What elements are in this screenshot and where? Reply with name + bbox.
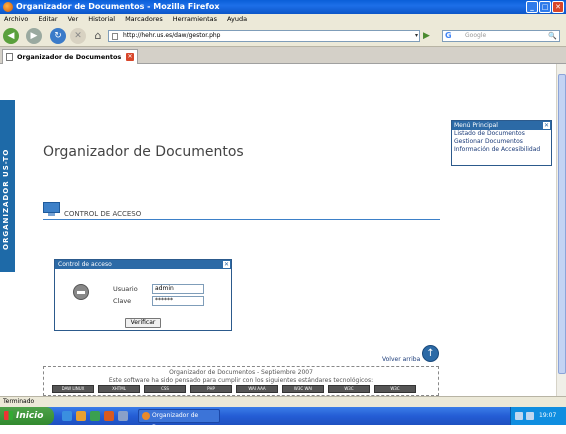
firefox-quicklaunch-icon[interactable] — [104, 411, 114, 421]
firefox-icon — [3, 2, 13, 12]
folder-icon[interactable] — [76, 411, 86, 421]
menu-principal-header: Menú Principal ✕ — [452, 121, 551, 130]
window-titlebar: Organizador de Documentos - Mozilla Fire… — [0, 0, 566, 14]
footer-credits: Organizador de Documentos - Septiembre 2… — [169, 369, 313, 376]
monitor-icon — [43, 202, 60, 216]
tab-label: Organizador de Documentos — [17, 53, 122, 61]
reload-icon[interactable]: ↻ — [50, 28, 66, 44]
section-divider — [43, 219, 440, 220]
url-dropdown-icon[interactable]: ▾ — [415, 31, 418, 41]
verify-button[interactable]: Verificar — [125, 318, 161, 328]
forward-icon[interactable]: ▶ — [26, 28, 42, 44]
status-bar: Terminado — [0, 396, 566, 407]
arrow-up-icon[interactable]: ↑ — [422, 345, 439, 362]
menu-bar: Archivo Editar Ver Historial Marcadores … — [0, 14, 566, 25]
scrollbar-thumb[interactable] — [558, 74, 566, 374]
user-label: Usuario — [113, 285, 138, 293]
no-entry-icon — [73, 284, 89, 300]
menu-historial[interactable]: Historial — [88, 14, 115, 25]
page-content: ORGANIZADOR US-TO Organizador de Documen… — [0, 64, 566, 396]
login-title: Control de acceso — [58, 261, 112, 268]
ie-icon[interactable] — [62, 411, 72, 421]
badge-php[interactable]: PHP — [190, 385, 232, 393]
section-title: CONTROL DE ACCESO — [64, 210, 142, 218]
password-label: Clave — [113, 297, 132, 305]
menu-ayuda[interactable]: Ayuda — [227, 14, 247, 25]
login-header: Control de acceso ✕ — [55, 260, 231, 269]
page-title: Organizador de Documentos — [43, 144, 244, 160]
url-input[interactable]: http://hehr.us.es/daw/gestor.php ▾ — [108, 30, 420, 42]
user-field[interactable]: admin — [152, 284, 204, 294]
maximize-button[interactable]: □ — [539, 1, 551, 13]
menu-archivo[interactable]: Archivo — [4, 14, 28, 25]
standards-badges: DAW LINUX XHTML CSS PHP WAI AAA W3C WAI … — [52, 385, 416, 393]
menu-principal-close-icon[interactable]: ✕ — [543, 122, 550, 129]
close-button[interactable]: ✕ — [552, 1, 564, 13]
windows-logo-icon — [4, 411, 13, 420]
volume-icon[interactable] — [526, 412, 534, 420]
badge-daw-linux[interactable]: DAW LINUX — [52, 385, 94, 393]
windows-taskbar: Inicio Organizador de Docu... 19:07 — [0, 407, 566, 431]
badge-wai-aaa[interactable]: WAI AAA — [236, 385, 278, 393]
page-icon — [112, 33, 118, 40]
badge-w3c-2[interactable]: W3C — [374, 385, 416, 393]
taskbar-item-label: Organizador de Docu... — [152, 412, 199, 431]
menu-editar[interactable]: Editar — [38, 14, 57, 25]
search-placeholder: Google — [465, 32, 487, 39]
badge-w3c-wai[interactable]: W3C WAI — [282, 385, 324, 393]
tab-page-icon — [6, 53, 13, 61]
desktop-icon[interactable] — [118, 411, 128, 421]
menu-principal-panel: Menú Principal ✕ Listado de Documentos G… — [451, 120, 552, 166]
navigation-toolbar: ◀ ▶ ↻ ✕ ⌂ http://hehr.us.es/daw/gestor.p… — [0, 25, 566, 47]
go-icon[interactable]: ▶ — [423, 30, 434, 42]
system-tray: 19:07 — [510, 407, 566, 425]
back-icon[interactable]: ◀ — [3, 28, 19, 44]
home-icon[interactable]: ⌂ — [90, 28, 106, 44]
stop-icon[interactable]: ✕ — [70, 28, 86, 44]
start-button[interactable]: Inicio — [0, 407, 54, 425]
badge-xhtml[interactable]: XHTML — [98, 385, 140, 393]
login-close-icon[interactable]: ✕ — [223, 261, 230, 268]
tab-strip: Organizador de Documentos ✕ — [0, 47, 566, 64]
search-input[interactable]: G Google 🔍 — [442, 30, 560, 42]
window-title: Organizador de Documentos - Mozilla Fire… — [16, 2, 220, 11]
google-icon: G — [445, 31, 452, 40]
menu-link-gestionar[interactable]: Gestionar Documentos — [452, 138, 551, 146]
tab-close-icon[interactable]: ✕ — [126, 53, 134, 61]
menu-marcadores[interactable]: Marcadores — [125, 14, 163, 25]
menu-principal-title: Menú Principal — [454, 122, 498, 129]
search-icon[interactable]: 🔍 — [548, 31, 557, 41]
start-label: Inicio — [16, 411, 44, 421]
media-icon[interactable] — [90, 411, 100, 421]
login-box: Control de acceso ✕ Usuario admin Clave … — [54, 259, 232, 331]
network-icon[interactable] — [515, 412, 523, 420]
url-text: http://hehr.us.es/daw/gestor.php — [123, 32, 221, 39]
taskbar-firefox-icon — [142, 412, 150, 420]
footer-standards: Este software ha sido pensado para cumpl… — [108, 377, 374, 384]
side-banner-label: ORGANIZADOR US-TO — [2, 148, 10, 250]
minimize-button[interactable]: _ — [526, 1, 538, 13]
vertical-scrollbar[interactable] — [556, 64, 566, 396]
clock: 19:07 — [539, 412, 557, 419]
menu-herramientas[interactable]: Herramientas — [173, 14, 217, 25]
menu-link-listado[interactable]: Listado de Documentos — [452, 130, 551, 138]
taskbar-item-firefox[interactable]: Organizador de Docu... — [138, 409, 220, 431]
password-field[interactable]: ****** — [152, 296, 204, 306]
back-to-top-link[interactable]: Volver arriba — [382, 356, 420, 363]
badge-css[interactable]: CSS — [144, 385, 186, 393]
side-banner: ORGANIZADOR US-TO — [0, 100, 15, 272]
page-footer: Organizador de Documentos - Septiembre 2… — [43, 366, 439, 396]
tab-organizador[interactable]: Organizador de Documentos ✕ — [2, 49, 138, 64]
menu-ver[interactable]: Ver — [68, 14, 79, 25]
badge-w3c[interactable]: W3C — [328, 385, 370, 393]
menu-link-accesibilidad[interactable]: Información de Accesibilidad — [452, 146, 551, 154]
